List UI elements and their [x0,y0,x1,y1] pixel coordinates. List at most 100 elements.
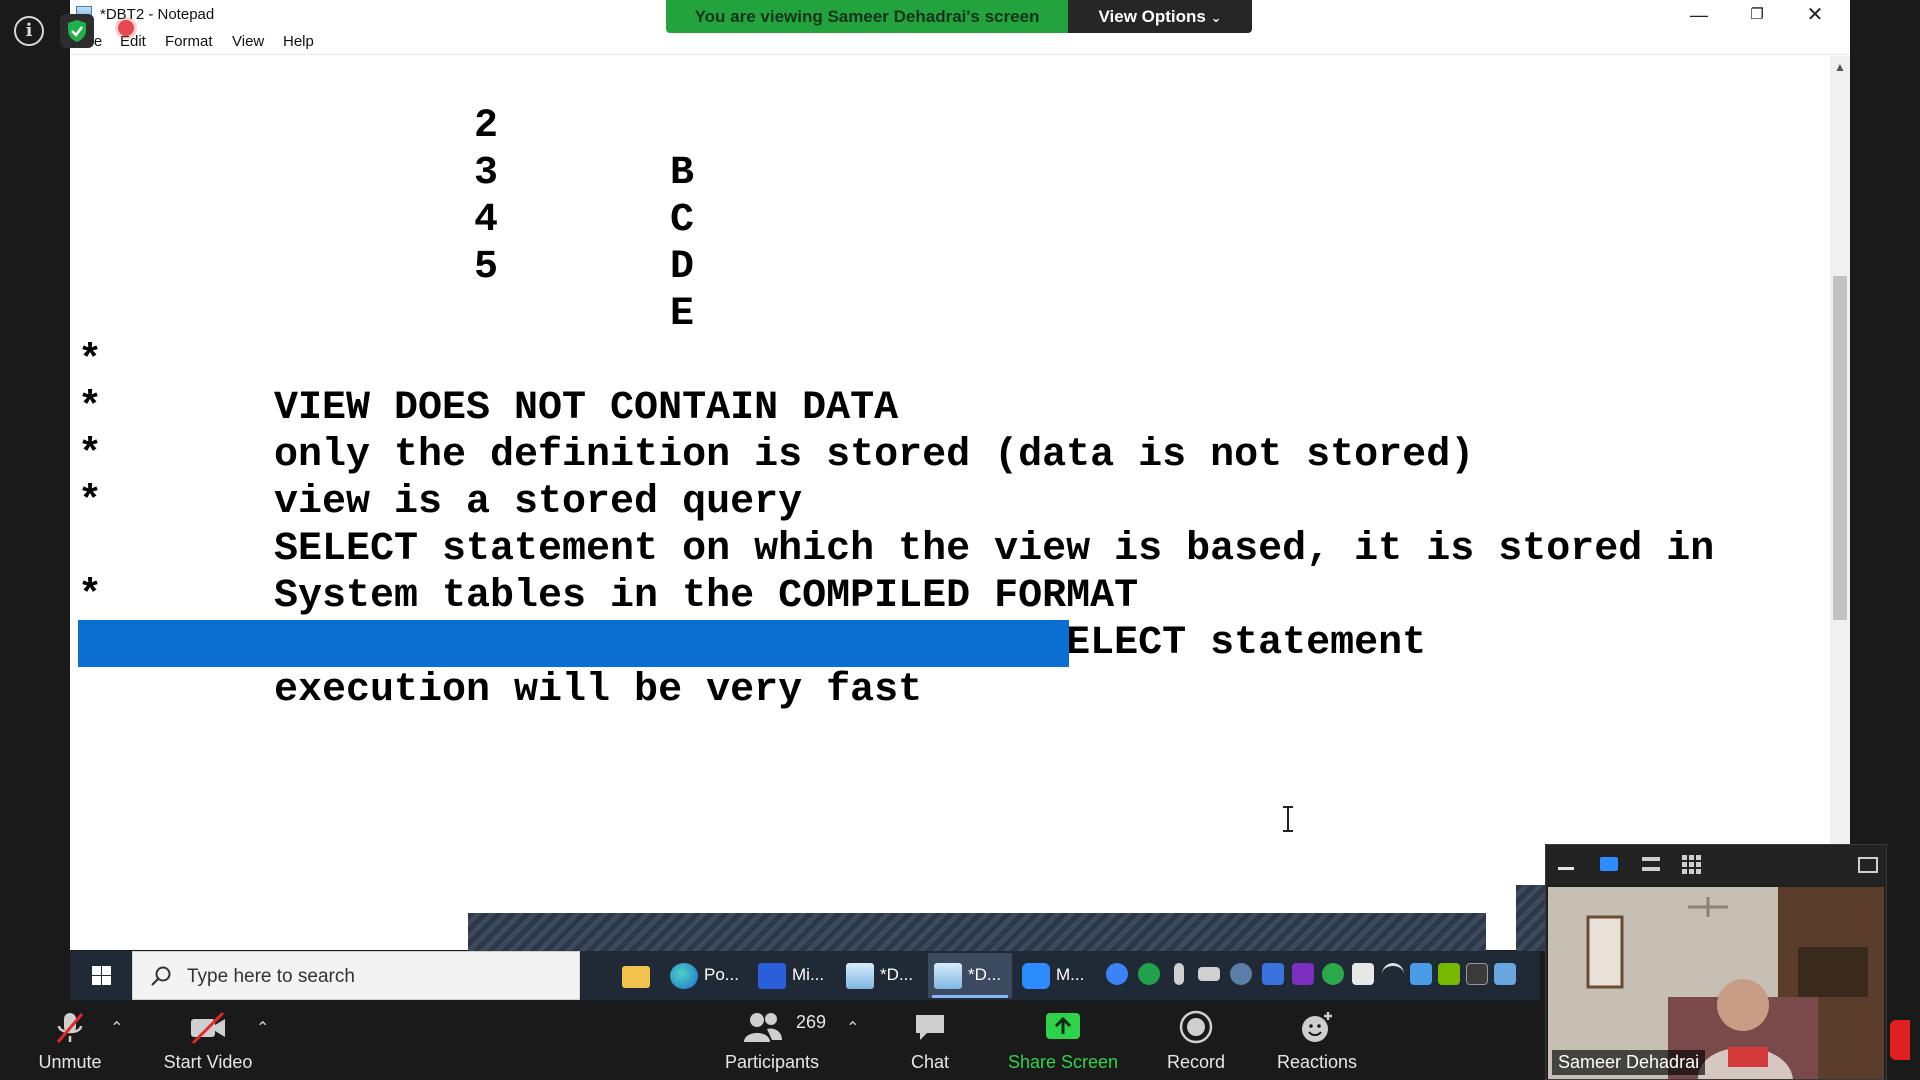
row-letter: C [670,198,695,243]
expand-video-icon[interactable] [1858,857,1878,873]
table-row: 3 C [70,103,694,243]
chevron-up-icon[interactable]: ⌃ [846,1018,859,1038]
share-screen-button[interactable]: Share Screen [1003,1000,1123,1080]
note-text: hiding source code from end user [274,762,1043,807]
start-video-label: Start Video [163,1052,253,1072]
snowflake-icon[interactable] [1410,963,1432,985]
restore-button[interactable]: ❐ [1728,0,1786,30]
note-text: VIEW DOES NOT CONTAIN DATA [274,386,899,431]
selected-line: * hiding source code from end user [70,620,1069,807]
taskbar-app-notepad-active[interactable]: *D... [928,953,1012,998]
notepad-window: *DBT2 - Notepad — ❐ ✕ File Edit Format V… [70,0,1850,950]
taskbar-search[interactable]: Type here to search [132,951,580,1000]
windows-logo-icon [102,976,111,985]
taskbar-app-notepad[interactable]: *D... [840,953,924,998]
menu-view[interactable]: View [232,33,264,50]
start-video-button[interactable]: Start Video [150,1000,266,1080]
chevron-down-icon: ⌄ [1210,10,1222,25]
note-text: view is a stored query [274,480,803,525]
note-text: only the definition is stored (data is n… [274,433,1475,478]
microphone-muted-icon [56,1013,84,1043]
scroll-up-arrow-icon[interactable]: ▲ [1830,60,1850,76]
search-placeholder: Type here to search [187,966,355,987]
chat-button[interactable]: Chat [890,1000,970,1080]
share-screen-label: Share Screen [1007,1052,1119,1072]
onenote-icon[interactable] [1292,963,1314,985]
windows-logo-icon [102,966,111,975]
record-icon [1179,1010,1213,1044]
taskbar-file-explorer[interactable] [616,953,660,998]
active-indicator [932,995,1008,998]
windows-taskbar: Type here to search Po... Mi... *D... *D… [70,951,1540,1000]
meet-icon[interactable] [1262,963,1284,985]
close-button[interactable]: ✕ [1786,0,1844,30]
minimize-video-icon[interactable] [1558,867,1574,870]
note-text: System tables in the COMPILED FORMAT [274,574,1139,619]
tray-pen-icon[interactable] [1494,963,1516,985]
row-letter: D [670,245,695,290]
taskbar-app-zoom[interactable]: M... [1016,953,1100,998]
minimize-button[interactable]: — [1670,0,1728,30]
participants-icon [744,1013,783,1042]
chevron-up-icon[interactable]: ⌃ [256,1018,269,1038]
table-row: 4 D [70,150,694,290]
menu-format[interactable]: Format [165,33,213,50]
menu-help[interactable]: Help [283,33,314,50]
edge-icon [670,963,698,989]
whiteboard-icon [758,963,786,989]
taskbar-app-edge[interactable]: Po... [664,953,748,998]
note-line: * view is an executable format of SELECT… [70,526,1426,666]
notepad-icon [934,963,962,989]
participants-button[interactable]: 269 Participants [718,1000,826,1080]
help-icon[interactable] [1106,963,1128,985]
text-editor[interactable]: 2 B 3 C 4 D 5 E * VIEW DOES NOT CONTAIN … [70,56,1830,950]
text-cursor-icon [1283,806,1293,832]
speaker-view-icon[interactable] [1600,857,1618,871]
taskbar-app-label: Po... [704,965,739,984]
security-icon[interactable] [1352,963,1374,985]
microphone-icon[interactable] [1174,963,1184,985]
zoom-left-strip: i [0,0,70,1000]
scroll-thumb[interactable] [1833,276,1847,620]
gallery-view-icon[interactable] [1682,855,1702,875]
chat-label: Chat [910,1052,950,1072]
row-number: 3 [474,151,499,196]
nvidia-icon[interactable] [1438,963,1460,985]
unmute-label: Unmute [38,1052,102,1072]
menu-bar: File Edit Format View Help [70,30,1850,55]
info-icon[interactable]: i [14,16,44,46]
start-button[interactable] [70,951,132,1000]
search-icon [151,966,171,986]
participants-count: 269 [796,1012,827,1032]
note-line: System tables in the COMPILED FORMAT [70,479,1138,619]
shared-screen-banner [468,913,1486,951]
record-button[interactable]: Record [1153,1000,1239,1080]
reactions-icon [1302,1012,1332,1042]
table-row: 2 B [70,56,694,196]
globe-icon[interactable] [1322,963,1344,985]
note-text: SELECT statement on which the view is ba… [274,527,1715,572]
participant-video-feed: Sameer Dehadrai [1548,887,1884,1079]
check-icon[interactable] [1138,963,1160,985]
chat-icon [916,1015,944,1040]
strip-view-icon[interactable] [1642,857,1660,871]
reactions-button[interactable]: Reactions [1270,1000,1364,1080]
view-options-button[interactable]: View Options ⌄ [1068,0,1252,33]
zoom-icon [1022,963,1050,989]
window-title: *DBT2 - Notepad [100,6,215,23]
view-options-label: View Options [1098,7,1206,26]
reactions-label: Reactions [1276,1052,1358,1072]
note-line: * SELECT statement on which the view is … [70,432,1714,572]
battery-icon[interactable] [1198,967,1220,981]
vertical-scrollbar[interactable]: ▲ [1830,56,1850,950]
recording-dot-icon [118,20,134,36]
note-line: * VIEW DOES NOT CONTAIN DATA [70,291,898,431]
tray-app-icon[interactable] [1466,963,1488,985]
wifi-icon[interactable] [1382,963,1404,985]
participant-video-panel[interactable]: Sameer Dehadrai [1545,844,1887,1080]
steam-icon[interactable] [1230,963,1252,985]
taskbar-app-whiteboard[interactable]: Mi... [752,953,836,998]
chevron-up-icon[interactable]: ⌃ [110,1018,123,1038]
taskbar-app-label: *D... [880,965,914,984]
unmute-button[interactable]: Unmute [20,1000,120,1080]
